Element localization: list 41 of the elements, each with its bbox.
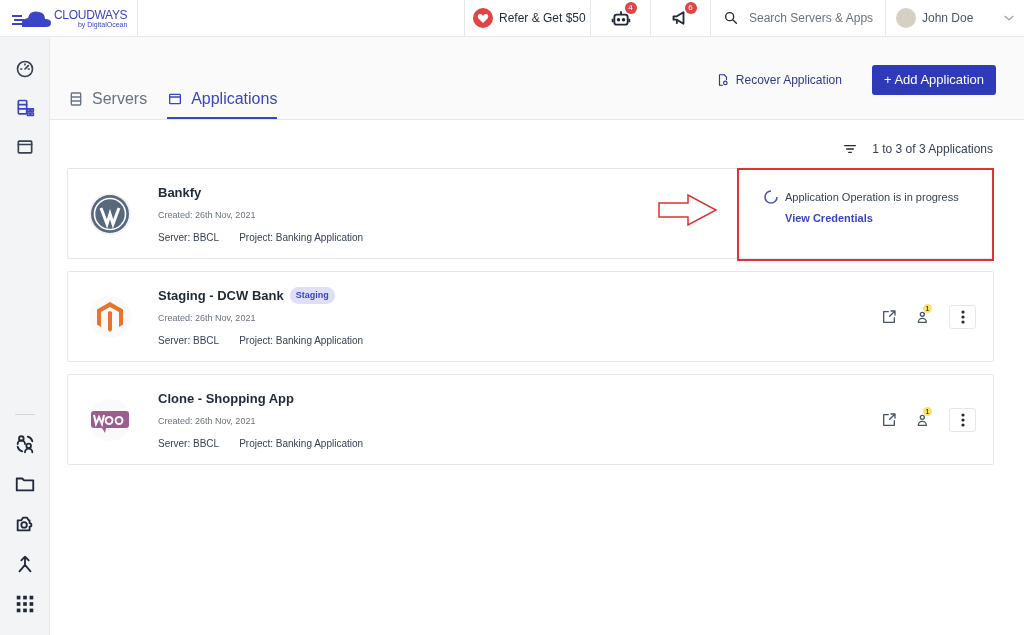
created-date: Created: 26th Nov, 2021 — [158, 312, 257, 325]
more-options-button[interactable] — [949, 407, 976, 432]
more-options-button[interactable] — [949, 304, 976, 329]
kebab-icon — [960, 412, 965, 427]
user-name[interactable]: John Doe — [922, 9, 974, 27]
search-field[interactable]: Search Servers & Apps — [749, 9, 879, 27]
staging-tag: Staging — [289, 286, 335, 304]
search-icon — [723, 10, 739, 26]
server-name: Server: BBCL — [158, 436, 220, 451]
robot-icon[interactable] — [610, 8, 631, 28]
results-count: 1 to 3 of 3 Applications — [872, 141, 993, 158]
dashboard-gauge-icon[interactable] — [14, 59, 35, 79]
server-icon — [68, 91, 84, 107]
notification-badge: 4 — [624, 2, 637, 14]
view-credentials-link[interactable]: View Credentials — [785, 210, 992, 227]
project-name: Project: Banking Application — [239, 333, 364, 348]
application-name[interactable]: Staging - DCW Bank — [158, 285, 284, 305]
window-icon — [167, 91, 184, 107]
refer-link[interactable]: Refer & Get $50 — [499, 9, 586, 27]
external-link-icon[interactable] — [881, 308, 897, 325]
project-name: Project: Banking Application — [239, 230, 364, 245]
application-name[interactable]: Bankfy — [158, 182, 202, 202]
notification-badge: 6 — [684, 2, 697, 14]
tab[interactable]: Servers — [68, 87, 148, 119]
brand-name: CLOUDWAYS — [54, 8, 128, 21]
server-name: Server: BBCL — [158, 333, 220, 348]
kebab-icon — [960, 309, 965, 324]
created-date: Created: 26th Nov, 2021 — [158, 209, 257, 222]
spinner-icon — [763, 188, 779, 205]
application-name[interactable]: Clone - Shopping App — [158, 388, 294, 408]
recover-application-link[interactable]: Recover Application — [715, 71, 842, 89]
project-name: Project: Banking Application — [239, 436, 364, 451]
app-logo-icon — [88, 191, 132, 236]
server-name: Server: BBCL — [158, 230, 220, 245]
external-link-icon[interactable] — [881, 411, 897, 428]
add-application-button[interactable]: + Add Application — [871, 65, 996, 95]
tab[interactable]: Applications — [167, 87, 278, 119]
annotation-arrow — [658, 194, 718, 226]
avatar — [896, 8, 916, 28]
created-date: Created: 26th Nov, 2021 — [158, 415, 257, 428]
status-text: Application Operation is in progress — [785, 189, 959, 205]
